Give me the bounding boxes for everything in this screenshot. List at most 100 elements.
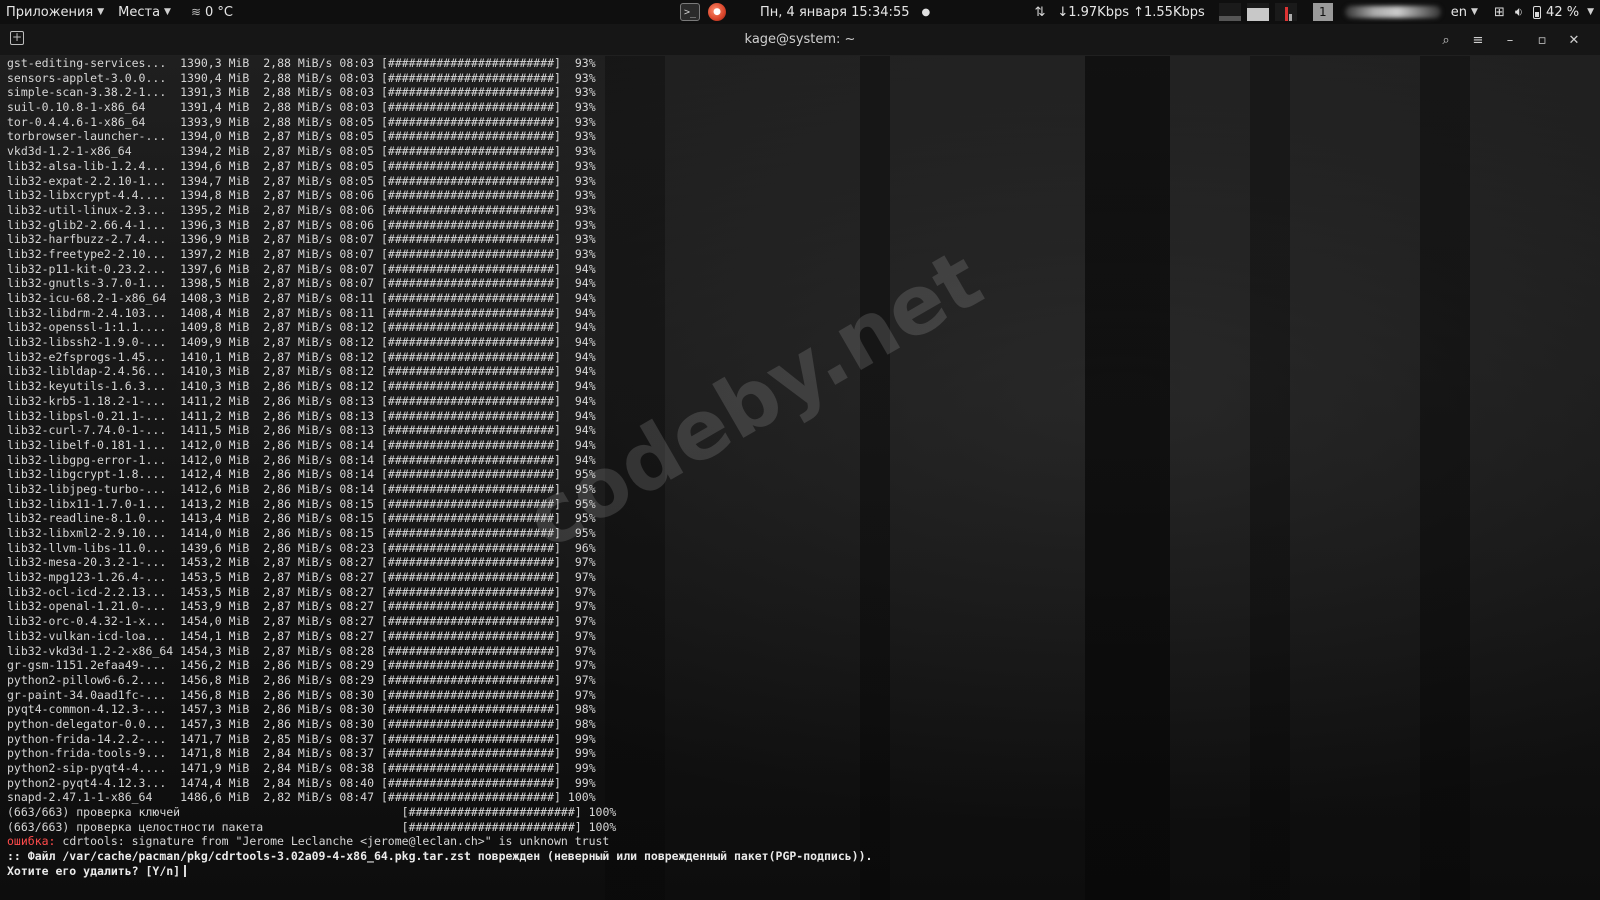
download-rate: 2,86 MiB/s [263,408,333,423]
package-size: 1396,3 MiB [180,217,250,232]
elapsed-time: 08:38 [339,761,375,775]
progress-row: lib32-openssl-1:1.1.... 1409,8 MiB 2,87 … [7,320,872,335]
system-tray: ⇅ ↓1.97Kbps ↑1.55Kbps 1 en ▼ ⊞ 🔉︎ 42 % ▼ [1034,0,1600,24]
check-label: (663/663) проверка ключей [7,805,402,820]
battery-menu[interactable]: 42 % ▼ [1533,5,1594,20]
memory-graph[interactable] [1246,3,1269,21]
progress-row: python2-pyqt4-4.12.3... 1474,4 MiB 2,84 … [7,776,872,791]
progress-bar: [########################] [380,320,561,335]
search-icon[interactable]: ⌕ [1430,33,1462,48]
package-size: 1411,2 MiB [180,408,250,423]
package-name: python-frida-14.2.2-... [7,731,174,746]
package-size: 1411,5 MiB [180,423,250,438]
package-size: 1471,9 MiB [180,761,250,775]
progress-percent: 93% [567,158,596,173]
progress-percent: 94% [567,393,596,408]
package-size: 1412,0 MiB [180,452,250,467]
error-text: cdrtools: signature from "Jerome Leclanc… [55,834,610,849]
app-launcher-icon[interactable]: ● [708,3,726,21]
package-name: suil-0.10.8-1-x86_64 [7,100,174,115]
elapsed-time: 08:28 [339,643,375,658]
clock[interactable]: Пн, 4 января 15:34:55 ● [760,0,930,24]
package-name: lib32-harfbuzz-2.7.4... [7,232,174,247]
fog-icon: ≋ [190,5,201,19]
package-name: lib32-libgpg-error-1... [7,452,174,467]
progress-row: lib32-util-linux-2.3... 1395,2 MiB 2,87 … [7,203,872,218]
elapsed-time: 08:12 [339,349,375,364]
progress-row: lib32-expat-2.2.10-1... 1394,7 MiB 2,87 … [7,174,872,189]
package-size: 1486,6 MiB [180,790,250,805]
progress-row: sensors-applet-3.0.0... 1390,4 MiB 2,88 … [7,71,872,86]
progress-percent: 94% [567,291,596,305]
package-name: lib32-freetype2-2.10... [7,246,174,261]
download-rate: 2,86 MiB/s [263,716,333,731]
window-controls: ⌕ ≡ – ▫ ✕ [1430,24,1590,56]
progress-bar: [########################] [380,511,561,526]
terminal-view[interactable]: gst-editing-services... 1390,3 MiB 2,88 … [0,56,1600,900]
wired-network-icon[interactable]: ⊞ [1494,5,1505,20]
progress-bar: [########################] [380,379,561,394]
weather-indicator[interactable]: ≋ 0 °C [191,5,233,20]
maximize-icon[interactable]: ▫ [1526,33,1558,48]
workspace-indicator[interactable]: 1 [1312,3,1333,21]
download-rate: 2,88 MiB/s [263,56,333,70]
package-name: python2-sip-pyqt4-4.... [7,761,174,775]
text-cursor [184,864,187,877]
progress-percent: 94% [567,305,596,320]
delete-prompt[interactable]: Хотите его удалить? [Y/n] [7,864,872,879]
download-rate: 2,87 MiB/s [263,364,333,379]
progress-row: lib32-libgpg-error-1... 1412,0 MiB 2,86 … [7,453,872,468]
package-size: 1453,5 MiB [180,584,250,599]
progress-row: lib32-harfbuzz-2.7.4... 1396,9 MiB 2,87 … [7,232,872,247]
progress-row: lib32-llvm-libs-11.0... 1439,6 MiB 2,86 … [7,541,872,556]
progress-row: python-frida-14.2.2-... 1471,7 MiB 2,85 … [7,732,872,747]
progress-row: lib32-ocl-icd-2.2.13... 1453,5 MiB 2,87 … [7,585,872,600]
places-label: Места [118,4,161,20]
progress-row: lib32-libjpeg-turbo-... 1412,6 MiB 2,86 … [7,482,872,497]
background-tree [1085,56,1170,900]
check-row: (663/663) проверка ключей [#############… [7,805,872,820]
progress-bar: [########################] [380,246,561,261]
terminal-launcher-icon[interactable]: >_ [680,3,700,21]
keyboard-layout-menu[interactable]: en ▼ [1451,5,1478,20]
progress-percent: 93% [567,173,596,188]
download-rate: 2,86 MiB/s [263,687,333,702]
minimize-icon[interactable]: – [1494,33,1526,48]
package-size: 1457,3 MiB [180,716,250,731]
terminal-titlebar: + kage@system: ~ ⌕ ≡ – ▫ ✕ [0,24,1600,56]
progress-bar: [########################] [380,144,561,159]
progress-percent: 94% [567,379,596,394]
progress-row: gr-gsm-1151.2efaa49-... 1456,2 MiB 2,86 … [7,658,872,673]
load-graph[interactable] [1274,3,1297,21]
progress-bar: [########################] [380,393,561,408]
package-size: 1410,3 MiB [180,364,250,379]
progress-bar: [########################] [380,291,561,305]
progress-row: simple-scan-3.38.2-1... 1391,3 MiB 2,88 … [7,85,872,100]
progress-row: pyqt4-common-4.12.3-... 1457,3 MiB 2,86 … [7,702,872,717]
close-icon[interactable]: ✕ [1558,33,1590,48]
package-size: 1393,9 MiB [180,114,250,129]
progress-bar: [########################] [380,775,561,790]
package-size: 1394,0 MiB [180,129,250,144]
package-name: lib32-libelf-0.181-1... [7,437,174,452]
download-rate: 2,84 MiB/s [263,761,333,775]
elapsed-time: 08:30 [339,702,375,717]
network-activity-icon[interactable]: ⇅ [1034,5,1045,20]
chevron-down-icon: ▼ [97,7,105,17]
progress-percent: 93% [567,114,596,129]
cpu-graph[interactable] [1218,3,1241,21]
places-menu[interactable]: Места ▼ [118,5,171,20]
package-size: 1453,5 MiB [180,570,250,585]
download-rate: 2,87 MiB/s [263,144,333,159]
applications-menu[interactable]: Приложения ▼ [6,5,104,20]
download-rate: 2,86 MiB/s [263,393,333,408]
battery-level: 42 % [1546,4,1580,20]
hamburger-menu-icon[interactable]: ≡ [1462,33,1494,48]
package-size: 1408,3 MiB [180,291,250,305]
progress-row: lib32-vulkan-icd-loa... 1454,1 MiB 2,87 … [7,629,872,644]
progress-percent: 94% [567,320,596,335]
package-name: pyqt4-common-4.12.3-... [7,702,174,717]
elapsed-time: 08:12 [339,379,375,394]
volume-icon[interactable]: 🔉︎ [1515,5,1523,20]
progress-percent: 96% [567,540,596,555]
